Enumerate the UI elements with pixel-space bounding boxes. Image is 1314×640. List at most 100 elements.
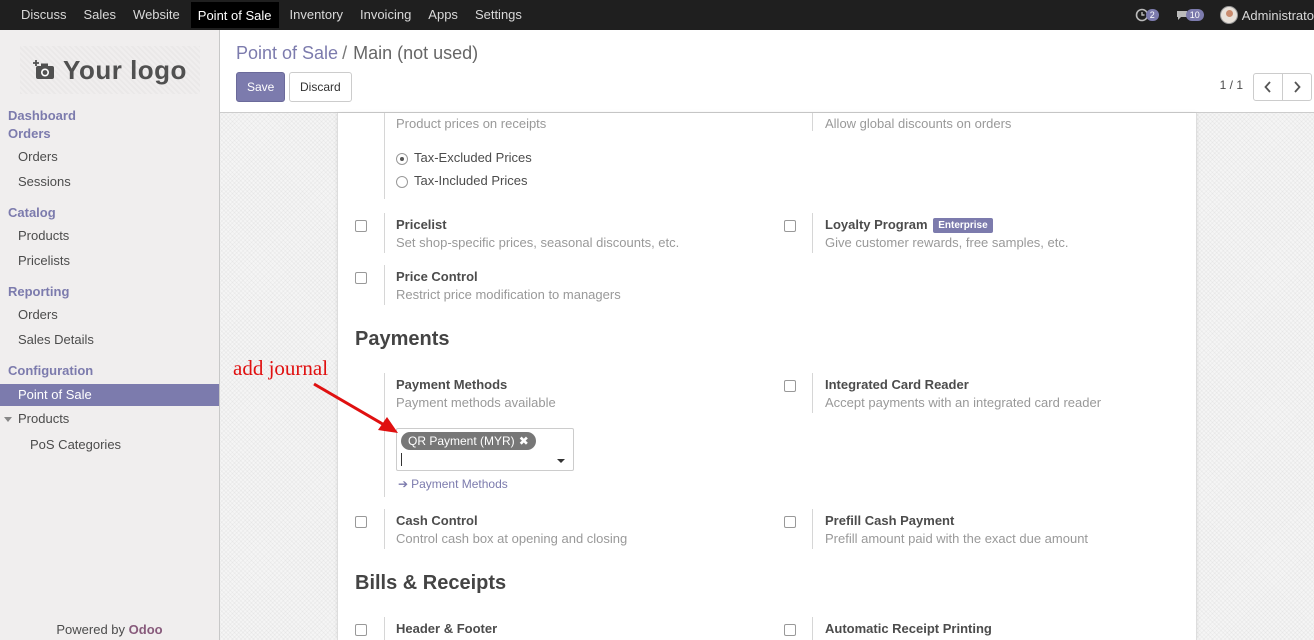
payment-methods-desc: Payment methods available	[396, 395, 556, 410]
divider	[812, 113, 813, 131]
breadcrumb-point-of-sale[interactable]: Point of Sale	[236, 43, 338, 63]
menu-invoicing[interactable]: Invoicing	[354, 2, 417, 28]
price-control-checkbox[interactable]	[355, 272, 367, 284]
pager-previous-button[interactable]	[1253, 73, 1283, 101]
odoo-link[interactable]: Odoo	[129, 622, 163, 637]
divider	[812, 509, 813, 549]
sidebar-item-products[interactable]: Products	[0, 225, 219, 247]
card-reader-checkbox[interactable]	[784, 380, 796, 392]
menu-website[interactable]: Website	[127, 2, 186, 28]
pager-value: 1 / 1	[1219, 78, 1243, 92]
breadcrumb-current: Main (not used)	[353, 43, 479, 63]
auto-print-checkbox[interactable]	[784, 624, 796, 636]
settings-sheet: Product prices on receipts Tax-Excluded …	[337, 113, 1197, 640]
top-navbar: Discuss Sales Website Point of Sale Inve…	[0, 0, 1314, 30]
breadcrumb-separator: /	[342, 43, 348, 63]
menu-settings[interactable]: Settings	[469, 2, 528, 28]
user-menu[interactable]: Administrato	[1219, 6, 1314, 24]
chevron-right-icon	[1294, 81, 1301, 93]
price-control-desc: Restrict price modification to managers	[396, 287, 621, 302]
payments-section-title: Payments	[355, 328, 450, 350]
activity-badge: 2	[1145, 9, 1159, 21]
sidebar-dashboard[interactable]: Dashboard	[8, 108, 76, 123]
annotation-text: add journal	[233, 356, 329, 380]
text-cursor	[401, 453, 402, 466]
remove-tag-icon[interactable]: ✖	[519, 434, 529, 448]
tax-included-label[interactable]: Tax-Included Prices	[414, 173, 527, 188]
loyalty-title: Loyalty Program Enterprise	[825, 217, 993, 233]
prefill-cash-desc: Prefill amount paid with the exact due a…	[825, 531, 1089, 546]
pager-next-button[interactable]	[1282, 73, 1312, 101]
sidebar-item-sales-details[interactable]: Sales Details	[0, 329, 219, 351]
messages-button[interactable]: 10	[1175, 8, 1204, 22]
sidebar-item-point-of-sale[interactable]: Point of Sale	[0, 384, 219, 406]
tax-included-radio[interactable]	[396, 176, 408, 188]
activity-button[interactable]: 2	[1135, 8, 1159, 22]
payment-method-tag-label: QR Payment (MYR)	[408, 434, 515, 448]
powered-by-label: Powered by	[56, 622, 126, 637]
save-button[interactable]: Save	[236, 72, 286, 102]
avatar	[1219, 6, 1238, 24]
app-menu: Discuss Sales Website Point of Sale Inve…	[0, 0, 533, 30]
payment-methods-field[interactable]: QR Payment (MYR) ✖	[396, 428, 574, 471]
discard-button[interactable]: Discard	[289, 72, 352, 102]
sidebar-item-config-products[interactable]: Products	[0, 408, 219, 430]
menu-point-of-sale[interactable]: Point of Sale	[190, 2, 279, 28]
menu-discuss[interactable]: Discuss	[15, 2, 73, 28]
tax-excluded-label[interactable]: Tax-Excluded Prices	[414, 150, 532, 165]
payment-methods-link[interactable]: ➔ Payment Methods	[398, 477, 508, 491]
cash-control-checkbox[interactable]	[355, 516, 367, 528]
sidebar-section-orders: Orders	[8, 126, 51, 141]
menu-sales[interactable]: Sales	[78, 2, 123, 28]
payment-methods-title: Payment Methods	[396, 377, 508, 392]
divider	[384, 113, 385, 199]
sidebar: Your logo Dashboard Orders Orders Sessio…	[0, 30, 220, 640]
sidebar-item-orders[interactable]: Orders	[0, 146, 219, 168]
header-footer-title: Header & Footer	[396, 621, 498, 636]
price-control-title: Price Control	[396, 269, 478, 284]
payment-methods-link-label: Payment Methods	[411, 477, 508, 491]
divider	[384, 509, 385, 549]
user-name: Administrato	[1241, 7, 1314, 23]
messages-badge: 10	[1185, 9, 1204, 21]
divider	[384, 617, 385, 640]
header-footer-checkbox[interactable]	[355, 624, 367, 636]
control-panel: Point of Sale / Main (not used) Save Disca…	[220, 30, 1314, 113]
card-reader-title: Integrated Card Reader	[825, 377, 969, 392]
cash-control-title: Cash Control	[396, 513, 478, 528]
sidebar-item-report-orders[interactable]: Orders	[0, 304, 219, 326]
menu-inventory[interactable]: Inventory	[284, 2, 349, 28]
product-prices-desc: Product prices on receipts	[396, 116, 547, 131]
bills-section-title: Bills & Receipts	[355, 572, 507, 594]
content-area[interactable]: Product prices on receipts Tax-Excluded …	[220, 113, 1314, 640]
global-discounts-desc: Allow global discounts on orders	[825, 116, 1012, 131]
sidebar-item-pos-categories[interactable]: PoS Categories	[0, 434, 219, 456]
dropdown-caret-icon[interactable]	[557, 459, 565, 463]
arrow-right-icon: ➔	[398, 477, 409, 491]
sidebar-item-label: Products	[18, 411, 70, 426]
loyalty-checkbox[interactable]	[784, 220, 796, 232]
sidebar-section-configuration: Configuration	[8, 363, 94, 378]
auto-print-title: Automatic Receipt Printing	[825, 621, 992, 636]
divider	[384, 213, 385, 253]
sidebar-item-pricelists[interactable]: Pricelists	[0, 250, 219, 272]
loyalty-title-text: Loyalty Program	[825, 217, 928, 232]
menu-apps[interactable]: Apps	[422, 2, 464, 28]
caret-down-icon	[4, 417, 12, 423]
loyalty-desc: Give customer rewards, free samples, etc…	[825, 235, 1069, 250]
pricelist-checkbox[interactable]	[355, 220, 367, 232]
pricelist-title: Pricelist	[396, 217, 447, 232]
card-reader-desc: Accept payments with an integrated card …	[825, 395, 1102, 410]
breadcrumb: Point of Sale / Main (not used)	[236, 43, 478, 64]
tax-excluded-radio[interactable]	[396, 153, 408, 165]
company-logo[interactable]: Your logo	[20, 46, 200, 94]
prefill-cash-title: Prefill Cash Payment	[825, 513, 955, 528]
prefill-cash-checkbox[interactable]	[784, 516, 796, 528]
pricelist-desc: Set shop-specific prices, seasonal disco…	[396, 235, 680, 250]
divider	[812, 617, 813, 640]
sidebar-item-sessions[interactable]: Sessions	[0, 171, 219, 193]
enterprise-badge: Enterprise	[933, 218, 993, 233]
camera-plus-icon	[33, 60, 55, 79]
chevron-left-icon	[1264, 81, 1271, 93]
annotation-arrow-icon	[313, 382, 398, 433]
